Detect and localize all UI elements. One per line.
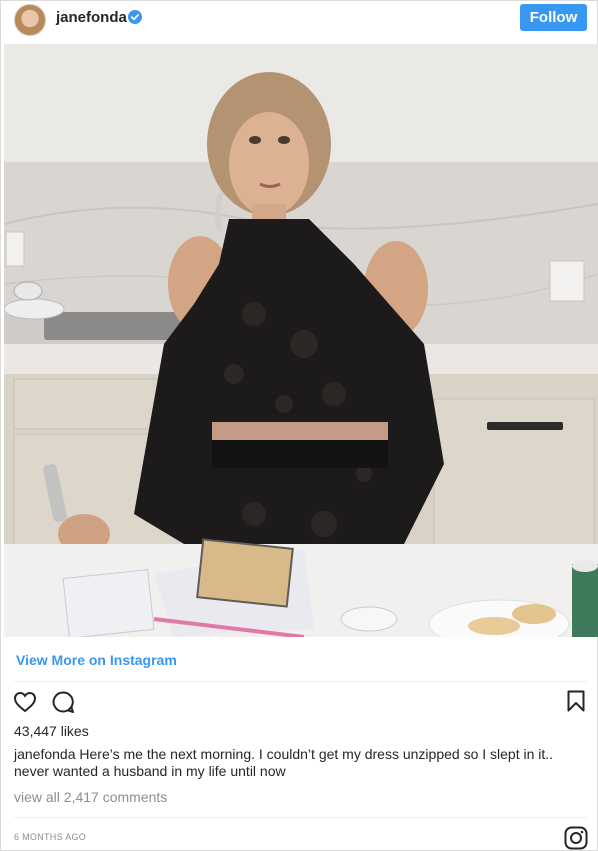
avatar[interactable] [14,4,46,36]
action-bar [1,687,597,717]
heart-icon[interactable] [13,690,37,714]
post-image[interactable] [4,44,598,637]
instagram-icon[interactable] [564,826,588,850]
comment-icon[interactable] [51,690,75,714]
like-count[interactable]: 43,447 likes [14,723,89,739]
instagram-embed: janefonda Follow View More on Instagram … [0,0,598,851]
verified-badge-icon [128,10,142,24]
view-comments-link[interactable]: view all 2,417 comments [14,789,167,805]
view-more-link[interactable]: View More on Instagram [16,652,177,668]
follow-button[interactable]: Follow [520,4,587,31]
post-image-drawing [4,44,598,637]
caption: janefonda Here’s me the next morning. I … [14,746,584,780]
caption-username[interactable]: janefonda [14,746,76,762]
caption-text: Here’s me the next morning. I couldn’t g… [14,746,554,779]
username[interactable]: janefonda [56,9,127,26]
divider [14,681,587,682]
timestamp[interactable]: 6 MONTHS AGO [14,832,86,842]
bookmark-icon[interactable] [567,690,585,712]
divider [14,817,587,818]
post-header: janefonda Follow [1,1,597,41]
